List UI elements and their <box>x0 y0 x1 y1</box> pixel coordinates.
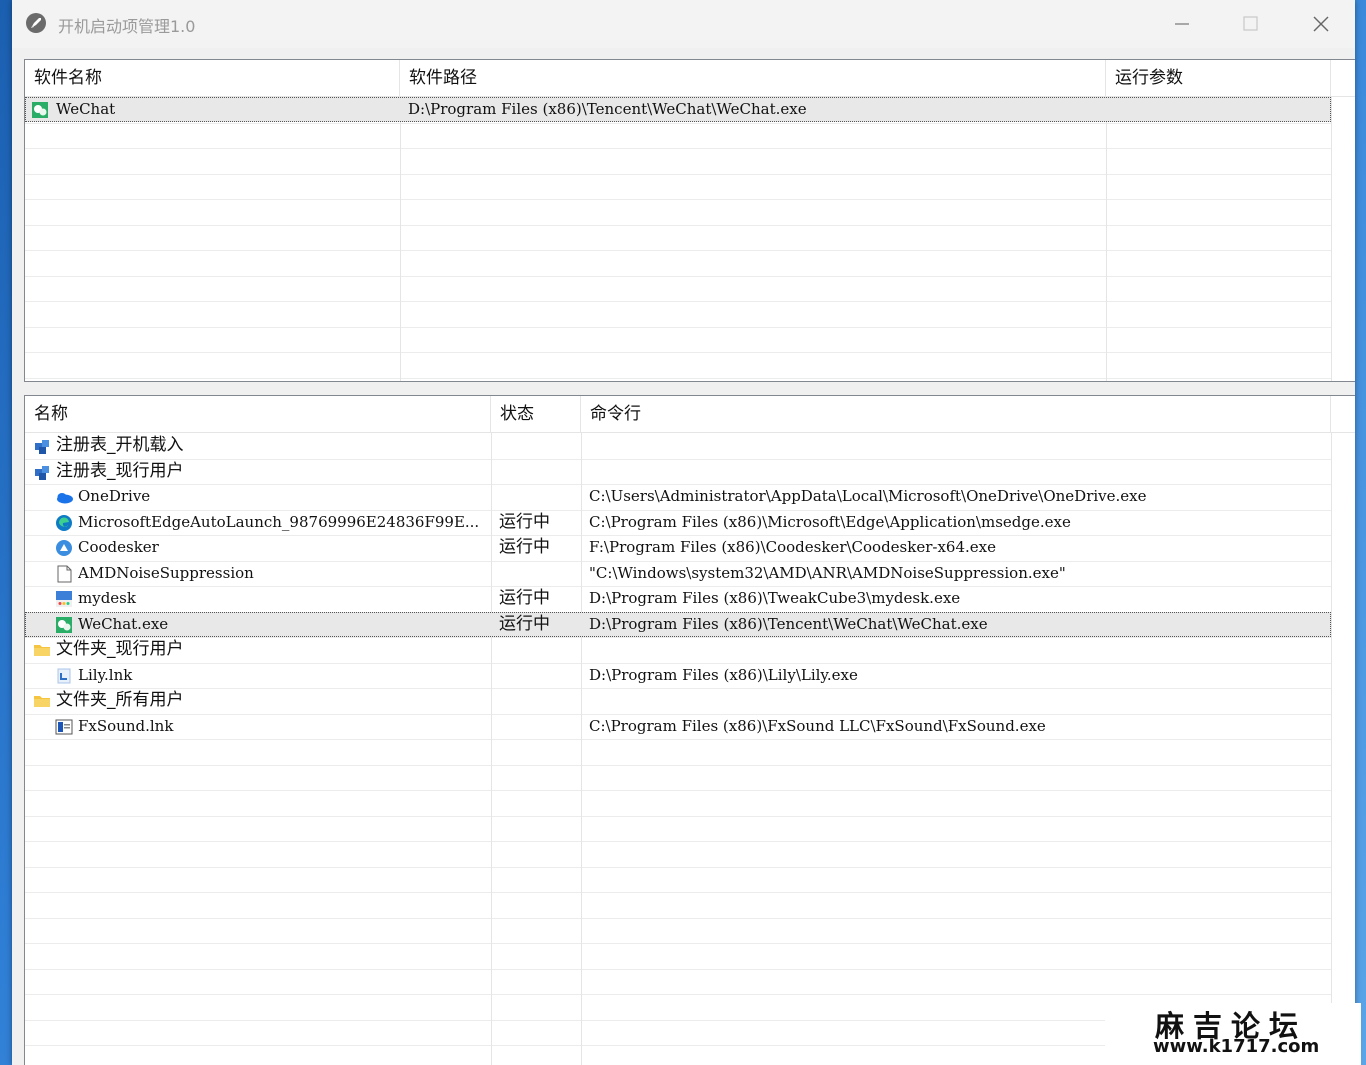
grid-line <box>25 250 1331 251</box>
status-cell <box>499 433 579 458</box>
watermark: 麻吉论坛 www.k1717.com <box>1105 1003 1361 1065</box>
status-cell: 运行中 <box>499 588 550 608</box>
startup-items-list[interactable]: 软件名称 软件路径 运行参数 WeChat D:\Program Files (x… <box>24 59 1355 382</box>
grid-line <box>25 377 1331 379</box>
command-line-cell: C:\Program Files (x86)\Microsoft\Edge\Ap… <box>589 512 1071 531</box>
tree-row[interactable]: 注册表_现行用户 <box>25 459 1331 484</box>
software-path-cell: D:\Program Files (x86)\Tencent\WeChat\We… <box>408 100 807 118</box>
grid-line <box>25 790 1331 791</box>
item-name-cell: WeChat.exe <box>78 614 169 633</box>
grid-line <box>25 173 1331 175</box>
tree-row[interactable]: Lily.lnk D:\Program Files (x86)\Lily\Lily… <box>25 663 1331 688</box>
window-title: 开机启动项管理1.0 <box>58 17 196 36</box>
grid-line <box>25 224 1331 226</box>
status-cell <box>499 714 579 739</box>
startup-item-row[interactable]: WeChat D:\Program Files (x86)\Tencent\WeC… <box>25 97 1331 122</box>
command-line-cell: C:\Users\Administrator\AppData\Local\Mic… <box>589 487 1147 505</box>
tree-row[interactable]: WeChat.exe 运行中 D:\Program Files (x86)\Tenc… <box>25 611 1331 637</box>
item-name-cell: OneDrive <box>78 487 151 505</box>
watermark-url: www.k1717.com <box>1153 1036 1320 1057</box>
tree-row[interactable]: 注册表_开机载入 <box>25 433 1331 458</box>
status-cell: 运行中 <box>499 511 550 532</box>
tree-row[interactable]: AMDNoiseSuppression "C:\Windows\system32\… <box>25 561 1331 586</box>
column-divider <box>1106 96 1107 381</box>
status-cell <box>499 663 579 688</box>
grid-line <box>25 917 1331 919</box>
status-cell <box>499 459 579 484</box>
grid-line <box>25 301 1331 302</box>
item-name-cell: AMDNoiseSuppression <box>78 563 254 582</box>
column-header-status[interactable]: 状态 <box>491 396 581 432</box>
column-header-software-name[interactable]: 软件名称 <box>25 60 400 96</box>
item-name-cell: MicrosoftEdgeAutoLaunch_98769996E24836F9… <box>78 512 480 531</box>
title-bar[interactable]: 开机启动项管理1.0 <box>12 0 1355 48</box>
column-header-command-line[interactable]: 命令行 <box>581 396 1331 432</box>
grid-line <box>25 326 1331 328</box>
grid-line <box>25 352 1331 353</box>
tree-row[interactable]: 文件夹_所有用户 <box>25 688 1331 713</box>
maximize-button[interactable] <box>1238 12 1264 36</box>
tree-row[interactable]: 文件夹_现行用户 <box>25 637 1331 662</box>
top-list-header: 软件名称 软件路径 运行参数 <box>25 60 1355 97</box>
command-line-cell: D:\Program Files (x86)\Tencent\WeChat\We… <box>589 614 988 633</box>
app-window: 开机启动项管理1.0 软件名称 软件路径 运行参数 WeChat D:\Progr… <box>12 0 1355 1065</box>
software-name-cell: WeChat <box>56 100 116 118</box>
tree-row[interactable]: Coodesker 运行中 F:\Program Files (x86)\Coode… <box>25 535 1331 560</box>
tree-row[interactable]: OneDrive C:\Users\Administrator\AppData\L… <box>25 484 1331 509</box>
minimize-button[interactable] <box>1169 12 1195 36</box>
item-name-cell: Lily.lnk <box>78 665 133 684</box>
command-line-cell <box>589 459 1329 484</box>
grid-line <box>25 943 1331 944</box>
command-line-cell: D:\Program Files (x86)\Lily\Lily.exe <box>589 665 858 684</box>
grid-line <box>25 815 1331 817</box>
command-line-cell: C:\Program Files (x86)\FxSound LLC\FxSou… <box>589 716 1046 735</box>
command-line-cell <box>589 433 1329 458</box>
grid-line <box>25 199 1331 200</box>
tree-row[interactable]: MicrosoftEdgeAutoLaunch_98769996E24836F9… <box>25 510 1331 535</box>
command-line-cell: "C:\Windows\system32\AMD\ANR\AMDNoiseSup… <box>589 563 1066 582</box>
column-divider <box>400 96 401 381</box>
item-name-cell: 注册表_现行用户 <box>56 460 184 481</box>
status-cell <box>499 688 579 713</box>
grid-line <box>25 764 1331 766</box>
status-cell <box>499 561 579 586</box>
column-divider <box>1331 432 1332 1065</box>
column-divider <box>1331 96 1332 381</box>
item-name-cell: Coodesker <box>78 538 159 556</box>
item-name-cell: FxSound.lnk <box>78 716 174 735</box>
grid-line <box>25 968 1331 970</box>
tree-row[interactable]: mydesk 运行中 D:\Program Files (x86)\TweakCub… <box>25 586 1331 611</box>
status-cell <box>499 637 579 662</box>
grid-line <box>25 994 1331 995</box>
item-name-cell: 文件夹_所有用户 <box>56 690 184 710</box>
command-line-cell: F:\Program Files (x86)\Coodesker\Coodesk… <box>589 538 996 556</box>
grid-line <box>25 739 1331 740</box>
grid-line <box>25 122 1331 124</box>
status-cell: 运行中 <box>499 613 550 634</box>
command-line-cell <box>589 688 1329 713</box>
run-args-cell <box>1114 97 1324 122</box>
tree-row[interactable]: FxSound.lnk C:\Program Files (x86)\FxSoun… <box>25 714 1331 739</box>
column-header-software-path[interactable]: 软件路径 <box>400 60 1106 96</box>
autostart-tree-list[interactable]: 名称 状态 命令行 注册表_开机载入 注册表_现行用户 OneDrive C:\Use… <box>24 395 1355 1065</box>
command-line-cell <box>589 637 1329 662</box>
status-cell <box>499 484 579 509</box>
column-header-name[interactable]: 名称 <box>25 396 491 432</box>
grid-line <box>25 866 1331 868</box>
grid-line <box>25 892 1331 893</box>
bottom-list-header: 名称 状态 命令行 <box>25 396 1355 433</box>
grid-line <box>25 148 1331 149</box>
item-name-cell: 注册表_开机载入 <box>56 435 184 455</box>
close-button[interactable] <box>1308 12 1334 36</box>
grid-line <box>25 275 1331 277</box>
column-header-run-args[interactable]: 运行参数 <box>1106 60 1331 96</box>
status-cell: 运行中 <box>499 537 550 557</box>
rocket-icon <box>26 13 46 33</box>
item-name-cell: 文件夹_现行用户 <box>56 639 184 659</box>
item-name-cell: mydesk <box>78 589 136 607</box>
command-line-cell: D:\Program Files (x86)\TweakCube3\mydesk… <box>589 589 961 607</box>
grid-line <box>25 841 1331 842</box>
